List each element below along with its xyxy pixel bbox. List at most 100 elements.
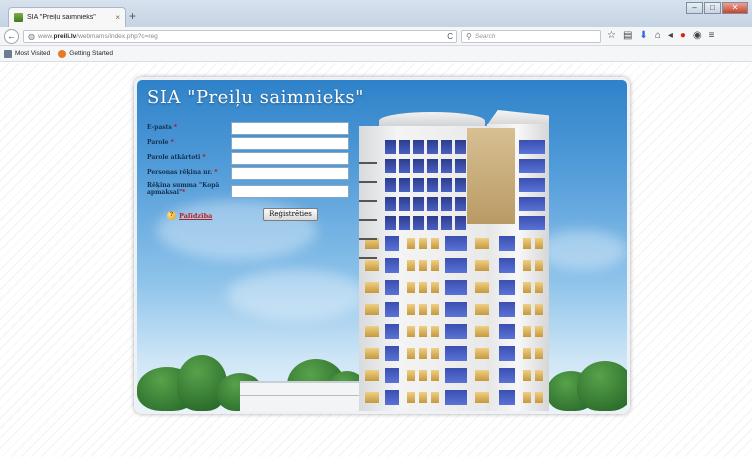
building-window [445,302,467,317]
adblock-icon[interactable]: ● [680,30,686,42]
building-window [419,392,427,403]
help-link[interactable]: ? Palīdzība [167,211,212,220]
home-icon[interactable]: ⌂ [655,30,661,42]
globe-icon: ◍ [28,32,35,41]
maximize-button[interactable]: □ [704,2,721,14]
building-window [385,324,399,339]
building-window [455,140,466,154]
invoice-sum-field[interactable] [231,185,349,198]
building-window [407,260,415,271]
building-window [499,258,515,273]
building-window [385,280,399,295]
balcony-rail [359,162,377,164]
building-window [419,260,427,271]
building-window [475,260,489,271]
building-window [407,326,415,337]
reload-icon[interactable]: C [447,32,453,41]
search-bar[interactable]: ⚲ Search [461,30,601,43]
building-window [523,370,531,381]
reading-list-icon[interactable]: ▤ [623,30,632,42]
building-window [523,326,531,337]
download-icon[interactable]: ⬇ [639,30,647,42]
menu-icon[interactable]: ≡ [709,30,715,42]
minimize-button[interactable]: – [686,2,703,14]
close-window-button[interactable]: ✕ [722,2,748,14]
tab-title: SIA "Preiļu saimnieks" [27,14,96,21]
password-repeat-label: Parole atkārtoti * [147,154,206,161]
building-window [431,304,439,315]
building-window [445,280,467,295]
pocket-icon[interactable]: ◂ [668,30,673,42]
browser-tab-active[interactable]: SIA "Preiļu saimnieks" × [8,7,126,27]
building-window [399,178,410,192]
building-window [427,178,438,192]
building-window [519,159,545,173]
building-window [365,348,379,359]
balcony-rail [359,219,377,221]
building-window [407,304,415,315]
bookmark-label: Most Visited [15,50,51,57]
building-window [427,159,438,173]
building-window [419,304,427,315]
tree-shape [577,361,627,411]
building-window [407,348,415,359]
toolbar-icons: ☆ ▤ ⬇ ⌂ ◂ ● ◉ ≡ [607,30,715,42]
help-label[interactable]: Palīdzība [179,212,212,220]
building-window [445,390,467,405]
chat-icon[interactable]: ◉ [693,30,702,42]
new-tab-button[interactable]: + [129,9,136,23]
building-window [535,348,543,359]
bookmark-getting-started[interactable]: Getting Started [58,49,113,58]
tab-close-icon[interactable]: × [115,13,120,22]
page-title: SIA "Preiļu saimnieks" [147,87,364,108]
building-window [385,258,399,273]
building-window [445,236,467,251]
account-number-label: Personas rēķina nr. * [147,169,218,176]
address-bar[interactable]: ◍ www.preili.lv/webmams/index.php?c=reg … [23,30,457,43]
building-window [385,390,399,405]
register-button[interactable]: Reģistrēties [263,208,318,221]
building-window [475,392,489,403]
building-window [441,178,452,192]
password-field[interactable] [231,137,349,150]
building-window [523,238,531,249]
building-window [407,370,415,381]
building-window [445,258,467,273]
building-beige-facade [467,128,515,224]
balcony-rail [359,200,377,202]
firefox-icon [58,49,67,58]
navigation-toolbar: ← ◍ www.preili.lv/webmams/index.php?c=re… [0,27,752,46]
building-window [431,326,439,337]
email-field[interactable] [231,122,349,135]
building-window [385,216,396,230]
building-window [431,260,439,271]
building-window [519,178,545,192]
building-window [535,238,543,249]
building-window [427,197,438,211]
email-label: E-pasts * [147,124,178,131]
account-number-field[interactable] [231,167,349,180]
url-text[interactable]: www.preili.lv/webmams/index.php?c=reg [38,33,444,40]
building-window [523,392,531,403]
bookmark-most-visited[interactable]: Most Visited [4,49,51,58]
star-icon[interactable]: ☆ [607,30,616,42]
building-window [399,159,410,173]
building-window [445,324,467,339]
browser-tab-bar: SIA "Preiļu saimnieks" × + – □ ✕ [0,0,752,27]
building-window [413,216,424,230]
building-window [413,140,424,154]
page-content: SIA "Preiļu saimnieks" E-pasts * Parole … [0,63,752,457]
building-window [365,304,379,315]
back-button[interactable]: ← [4,29,19,44]
building-window [385,302,399,317]
bookmark-folder-icon [4,49,12,58]
building-window [523,260,531,271]
building-window [431,282,439,293]
building-window [399,216,410,230]
building-window [445,368,467,383]
building-window [407,238,415,249]
building-window [475,238,489,249]
password-repeat-field[interactable] [231,152,349,165]
building-window [475,370,489,381]
building-window [431,370,439,381]
